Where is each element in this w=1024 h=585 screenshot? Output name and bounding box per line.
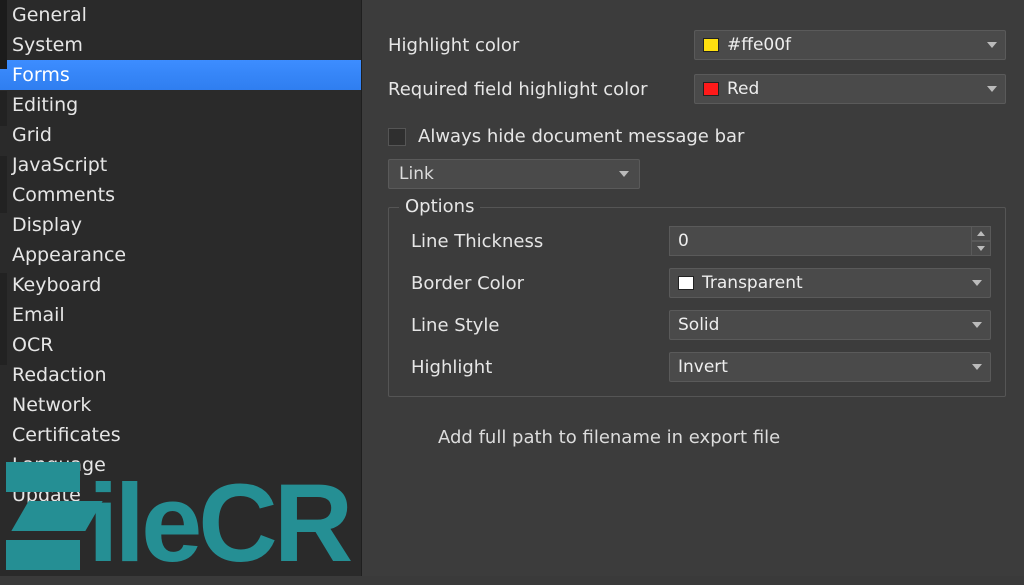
line-thickness-label: Line Thickness <box>411 231 669 252</box>
border-color-value: Transparent <box>702 273 972 293</box>
chevron-down-icon <box>987 86 997 92</box>
window-left-edge <box>0 0 7 576</box>
hide-msgbar-checkbox[interactable] <box>388 128 406 146</box>
highlight-mode-value: Invert <box>678 357 972 377</box>
line-style-select[interactable]: Solid <box>669 310 991 340</box>
chevron-down-icon <box>972 364 982 370</box>
spinner-up-button[interactable] <box>971 226 991 241</box>
link-type-select[interactable]: Link <box>388 159 640 189</box>
required-color-value: Red <box>727 79 987 99</box>
line-thickness-value[interactable]: 0 <box>669 226 971 256</box>
options-group: Options Line Thickness 0 Border Color <box>388 207 1006 397</box>
sidebar-item-system[interactable]: System <box>0 30 361 60</box>
sidebar-item-ocr[interactable]: OCR <box>0 330 361 360</box>
sidebar-item-editing[interactable]: Editing <box>0 90 361 120</box>
sidebar-item-forms[interactable]: Forms <box>0 60 361 90</box>
required-color-select[interactable]: Red <box>694 74 1006 104</box>
line-style-label: Line Style <box>411 315 669 336</box>
sidebar-item-comments[interactable]: Comments <box>0 180 361 210</box>
chevron-down-icon <box>972 322 982 328</box>
line-style-value: Solid <box>678 315 972 335</box>
sidebar-item-display[interactable]: Display <box>0 210 361 240</box>
highlight-color-label: Highlight color <box>388 35 694 56</box>
link-type-value: Link <box>399 164 619 184</box>
sidebar-item-appearance[interactable]: Appearance <box>0 240 361 270</box>
sidebar-item-grid[interactable]: Grid <box>0 120 361 150</box>
chevron-down-icon <box>972 280 982 286</box>
border-color-select[interactable]: Transparent <box>669 268 991 298</box>
line-thickness-spinner[interactable]: 0 <box>669 226 991 256</box>
highlight-mode-select[interactable]: Invert <box>669 352 991 382</box>
highlight-color-value: #ffe00f <box>727 35 987 55</box>
sidebar-item-update[interactable]: Update <box>0 480 361 510</box>
sidebar-item-certificates[interactable]: Certificates <box>0 420 361 450</box>
options-group-title: Options <box>399 196 480 217</box>
chevron-up-icon <box>977 231 985 236</box>
highlight-mode-label: Highlight <box>411 357 669 378</box>
hide-msgbar-label: Always hide document message bar <box>418 126 744 147</box>
border-color-label: Border Color <box>411 273 669 294</box>
sidebar-item-javascript[interactable]: JavaScript <box>0 150 361 180</box>
sidebar-item-keyboard[interactable]: Keyboard <box>0 270 361 300</box>
sidebar-item-redaction[interactable]: Redaction <box>0 360 361 390</box>
color-swatch-icon <box>703 82 719 96</box>
required-color-label: Required field highlight color <box>388 79 694 100</box>
highlight-color-select[interactable]: #ffe00f <box>694 30 1006 60</box>
chevron-down-icon <box>619 171 629 177</box>
chevron-down-icon <box>987 42 997 48</box>
export-fullpath-label: Add full path to filename in export file <box>438 427 780 448</box>
sidebar-item-general[interactable]: General <box>0 0 361 30</box>
color-swatch-icon <box>703 38 719 52</box>
settings-main-panel: Highlight color #ffe00f Required field h… <box>362 0 1024 576</box>
sidebar-item-network[interactable]: Network <box>0 390 361 420</box>
chevron-down-icon <box>977 246 985 251</box>
settings-sidebar: General System Forms Editing Grid JavaSc… <box>0 0 362 576</box>
sidebar-item-email[interactable]: Email <box>0 300 361 330</box>
spinner-down-button[interactable] <box>971 241 991 256</box>
color-swatch-icon <box>678 276 694 290</box>
sidebar-item-language[interactable]: Language <box>0 450 361 480</box>
